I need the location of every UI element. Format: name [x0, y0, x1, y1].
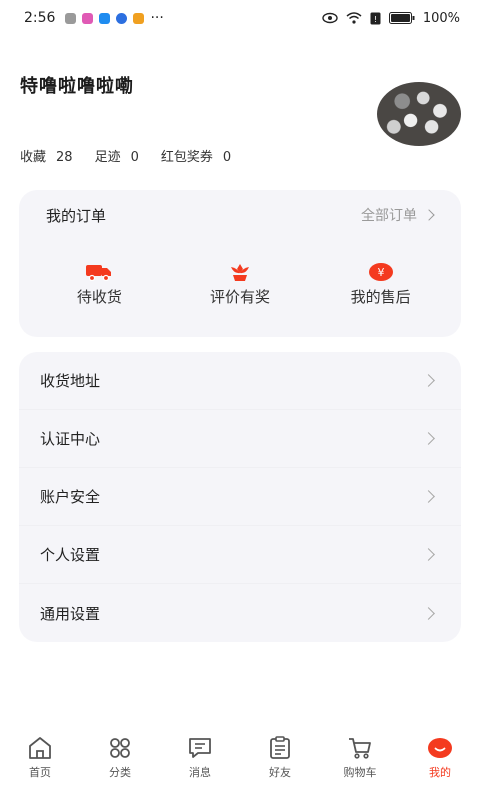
nav-item-home[interactable]: 首页: [0, 736, 80, 780]
category-icon: [110, 738, 130, 758]
notification-app-icon: [65, 12, 77, 24]
order-action-after-sales[interactable]: ¥ 我的售后: [321, 262, 441, 307]
menu-item-label: 认证中心: [40, 430, 101, 448]
menu-item-label: 通用设置: [40, 604, 101, 623]
menu-item-general-settings[interactable]: 通用设置: [19, 584, 461, 642]
yen-icon: ¥: [368, 262, 393, 282]
stat-coupons[interactable]: 红包奖券 0: [161, 146, 231, 165]
nav-item-messages[interactable]: 消息: [160, 736, 240, 780]
order-action-label: 待收货: [76, 288, 122, 306]
wifi-icon: [346, 12, 362, 24]
nav-item-label: 好友: [269, 766, 291, 779]
menu-item-shipping-address[interactable]: 收货地址: [19, 352, 461, 410]
nav-item-label: 首页: [29, 766, 51, 779]
order-action-label: 我的售后: [350, 288, 411, 306]
notification-app-icon: [116, 12, 128, 24]
status-right: ! 100%: [322, 11, 460, 26]
order-actions: 待收货 评价有奖 ¥ 我的售后: [19, 262, 461, 307]
stat-label: 收藏: [20, 150, 47, 165]
battery-level: 100%: [422, 10, 460, 26]
status-left: 2:56 ···: [24, 10, 164, 26]
profile-section: 特噜啦噜啦嘞 收藏 28 足迹 0 红包奖券 0: [0, 60, 480, 180]
chevron-right-icon: [422, 374, 435, 387]
svg-text:¥: ¥: [377, 266, 384, 279]
stat-label: 红包奖券: [160, 150, 213, 165]
profile-stats: 收藏 28 足迹 0 红包奖券 0: [20, 146, 231, 165]
profile-icon: [428, 738, 452, 758]
cart-icon: [349, 738, 371, 759]
all-orders-link[interactable]: 全部订单: [361, 205, 435, 225]
chevron-right-icon: [422, 432, 435, 445]
chevron-right-icon: [423, 209, 435, 221]
order-action-label: 评价有奖: [209, 288, 270, 306]
nav-item-profile[interactable]: 我的: [400, 736, 480, 780]
chevron-right-icon: [422, 606, 435, 620]
order-action-review[interactable]: 评价有奖: [180, 262, 300, 307]
status-bar: 2:56 ··· ! 100%: [0, 0, 480, 36]
notification-app-icon: [133, 12, 145, 24]
stat-label: 足迹: [94, 150, 121, 165]
stat-footprints[interactable]: 足迹 0: [95, 146, 139, 165]
notification-app-icon: [99, 12, 111, 24]
sim-icon: !: [370, 12, 381, 24]
truck-icon: [85, 262, 113, 282]
order-action-pending-receipt[interactable]: 待收货: [39, 262, 159, 307]
chevron-right-icon: [422, 490, 435, 503]
nav-item-friends[interactable]: 好友: [240, 736, 320, 780]
more-notifications: ···: [150, 10, 164, 26]
bottom-nav: 首页 分类 消息 好友 购物车 我的: [0, 736, 480, 800]
nav-item-category[interactable]: 分类: [80, 736, 160, 780]
stat-value: 0: [222, 150, 232, 165]
menu-item-label: 个人设置: [40, 546, 101, 564]
friends-icon: [270, 736, 290, 759]
orders-header: 我的订单 全部订单: [19, 190, 461, 240]
menu-item-verification-center[interactable]: 认证中心: [19, 410, 461, 468]
nav-item-label: 分类: [109, 766, 131, 779]
chevron-right-icon: [422, 548, 435, 561]
username[interactable]: 特噜啦噜啦嘞: [20, 72, 134, 98]
stat-value: 28: [56, 150, 73, 165]
stat-value: 0: [130, 150, 139, 165]
orders-title: 我的订单: [46, 206, 107, 225]
flower-icon: [228, 262, 252, 282]
nav-item-label: 消息: [189, 766, 211, 779]
status-time: 2:56: [24, 10, 56, 26]
nav-item-cart[interactable]: 购物车: [320, 736, 400, 780]
avatar[interactable]: [377, 82, 461, 146]
all-orders-label: 全部订单: [361, 208, 417, 224]
nav-item-label: 购物车: [343, 766, 377, 779]
orders-card: 我的订单 全部订单 待收货 评价有奖 ¥ 我的售后: [19, 190, 461, 337]
stat-favorites[interactable]: 收藏 28: [20, 146, 73, 165]
nav-item-label: 我的: [429, 766, 451, 779]
svg-text:!: !: [374, 15, 377, 24]
menu-item-label: 收货地址: [40, 372, 101, 390]
notification-app-icon: [82, 12, 94, 24]
settings-menu-card: 收货地址 认证中心 账户安全 个人设置 通用设置: [19, 352, 461, 642]
menu-item-label: 账户安全: [40, 488, 101, 506]
menu-item-personal-settings[interactable]: 个人设置: [19, 526, 461, 584]
eye-icon: [322, 12, 338, 24]
menu-item-account-security[interactable]: 账户安全: [19, 468, 461, 526]
battery-icon: [388, 12, 415, 24]
message-icon: [189, 738, 211, 758]
home-icon: [29, 737, 51, 759]
